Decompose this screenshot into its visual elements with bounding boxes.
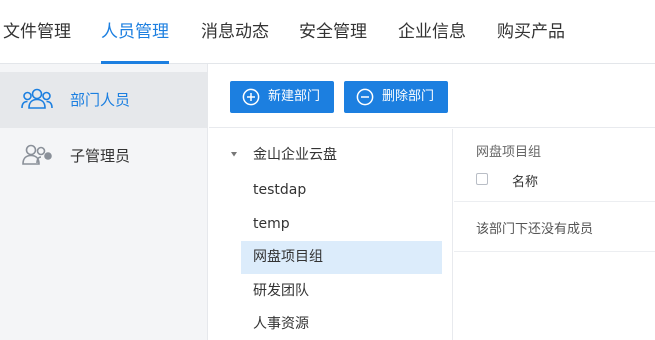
new-department-label: 新建部门 bbox=[268, 89, 321, 104]
tab-people-management[interactable]: 人员管理 bbox=[101, 0, 169, 64]
sidebar-item-label: 子管理员 bbox=[70, 147, 131, 165]
delete-department-button[interactable]: 删除部门 bbox=[344, 81, 448, 113]
tree-node[interactable]: 人事资源 bbox=[241, 308, 442, 340]
divider bbox=[454, 251, 655, 252]
minus-circle-icon bbox=[356, 88, 374, 106]
name-column-header: 名称 bbox=[512, 175, 539, 190]
tab-message-activity[interactable]: 消息动态 bbox=[201, 0, 269, 64]
department-title: 网盘项目组 bbox=[476, 145, 542, 160]
sidebar-item-label: 部门人员 bbox=[70, 91, 131, 109]
toolbar: 新建部门 删除部门 bbox=[209, 64, 655, 128]
department-tree: 金山企业云盘 testdap temp 网盘项目组 研发团队 人事资源 bbox=[209, 129, 453, 340]
empty-state-text: 该部门下还没有成员 bbox=[476, 222, 594, 237]
member-panel: 网盘项目组 名称 该部门下还没有成员 bbox=[454, 129, 655, 340]
department-users-icon bbox=[21, 88, 53, 109]
tree-node[interactable]: testdap bbox=[241, 174, 442, 207]
tab-enterprise-info[interactable]: 企业信息 bbox=[398, 0, 466, 64]
new-department-button[interactable]: 新建部门 bbox=[230, 81, 334, 113]
tree-node[interactable]: 研发团队 bbox=[241, 275, 442, 308]
tab-security-management[interactable]: 安全管理 bbox=[299, 0, 367, 64]
tree-node[interactable]: temp bbox=[241, 208, 442, 241]
tree-node-selected[interactable]: 网盘项目组 bbox=[241, 241, 442, 274]
divider bbox=[454, 201, 655, 202]
sub-admin-icon bbox=[22, 144, 52, 165]
tab-buy-products[interactable]: 购买产品 bbox=[497, 0, 565, 64]
sidebar: 部门人员 子管理员 bbox=[0, 64, 208, 340]
top-nav: 文件管理 人员管理 消息动态 安全管理 企业信息 购买产品 bbox=[0, 0, 655, 64]
sidebar-item-department-users[interactable]: 部门人员 bbox=[0, 72, 208, 128]
delete-department-label: 删除部门 bbox=[382, 89, 435, 104]
select-all-checkbox[interactable] bbox=[476, 173, 488, 185]
plus-circle-icon bbox=[242, 88, 260, 106]
tab-file-management[interactable]: 文件管理 bbox=[3, 0, 71, 64]
caret-down-icon[interactable] bbox=[230, 150, 238, 158]
tree-root-label: 金山企业云盘 bbox=[253, 147, 337, 163]
sidebar-item-sub-admins[interactable]: 子管理员 bbox=[0, 128, 208, 184]
